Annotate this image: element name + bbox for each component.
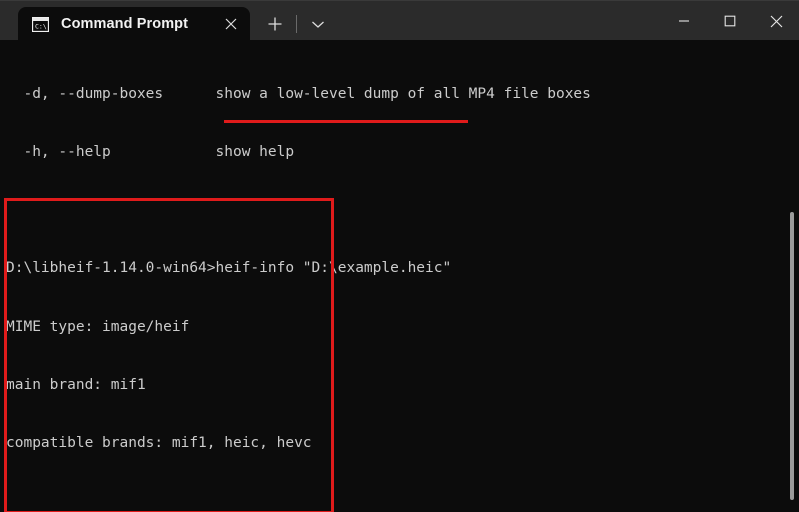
vertical-scrollbar[interactable] (785, 40, 799, 512)
tab-command-prompt[interactable]: C:\ Command Prompt (18, 7, 250, 41)
terminal-output-area[interactable]: -d, --dump-boxes show a low-level dump o… (0, 40, 799, 512)
console-icon: C:\ (31, 16, 50, 32)
tab-title: Command Prompt (61, 16, 189, 32)
terminal-line: -d, --dump-boxes show a low-level dump o… (6, 85, 591, 102)
terminal-window: C:\ Command Prompt -d, --dump-boxes show… (0, 0, 799, 512)
window-titlebar: C:\ Command Prompt (0, 0, 799, 41)
vertical-scroll-thumb[interactable] (790, 212, 794, 500)
terminal-line: -h, --help show help (6, 144, 295, 161)
svg-text:C:\: C:\ (35, 22, 47, 30)
terminal-line: compatible brands: mif1, heic, hevc (6, 435, 312, 452)
minimize-button[interactable] (661, 1, 707, 41)
tab-strip: C:\ Command Prompt (0, 1, 333, 41)
terminal-line: D:\libheif-1.14.0-win64>heif-info "D:\ex… (6, 260, 452, 277)
terminal-text: -d, --dump-boxes show a low-level dump o… (6, 46, 591, 512)
close-button[interactable] (753, 1, 799, 41)
tab-dropdown-button[interactable] (303, 7, 333, 41)
terminal-line: main brand: mif1 (6, 376, 146, 393)
close-tab-icon[interactable] (216, 9, 246, 39)
maximize-button[interactable] (707, 1, 753, 41)
window-controls (661, 1, 799, 41)
tabbar-separator (296, 15, 297, 33)
terminal-line: MIME type: image/heif (6, 318, 190, 335)
new-tab-button[interactable] (258, 7, 292, 41)
